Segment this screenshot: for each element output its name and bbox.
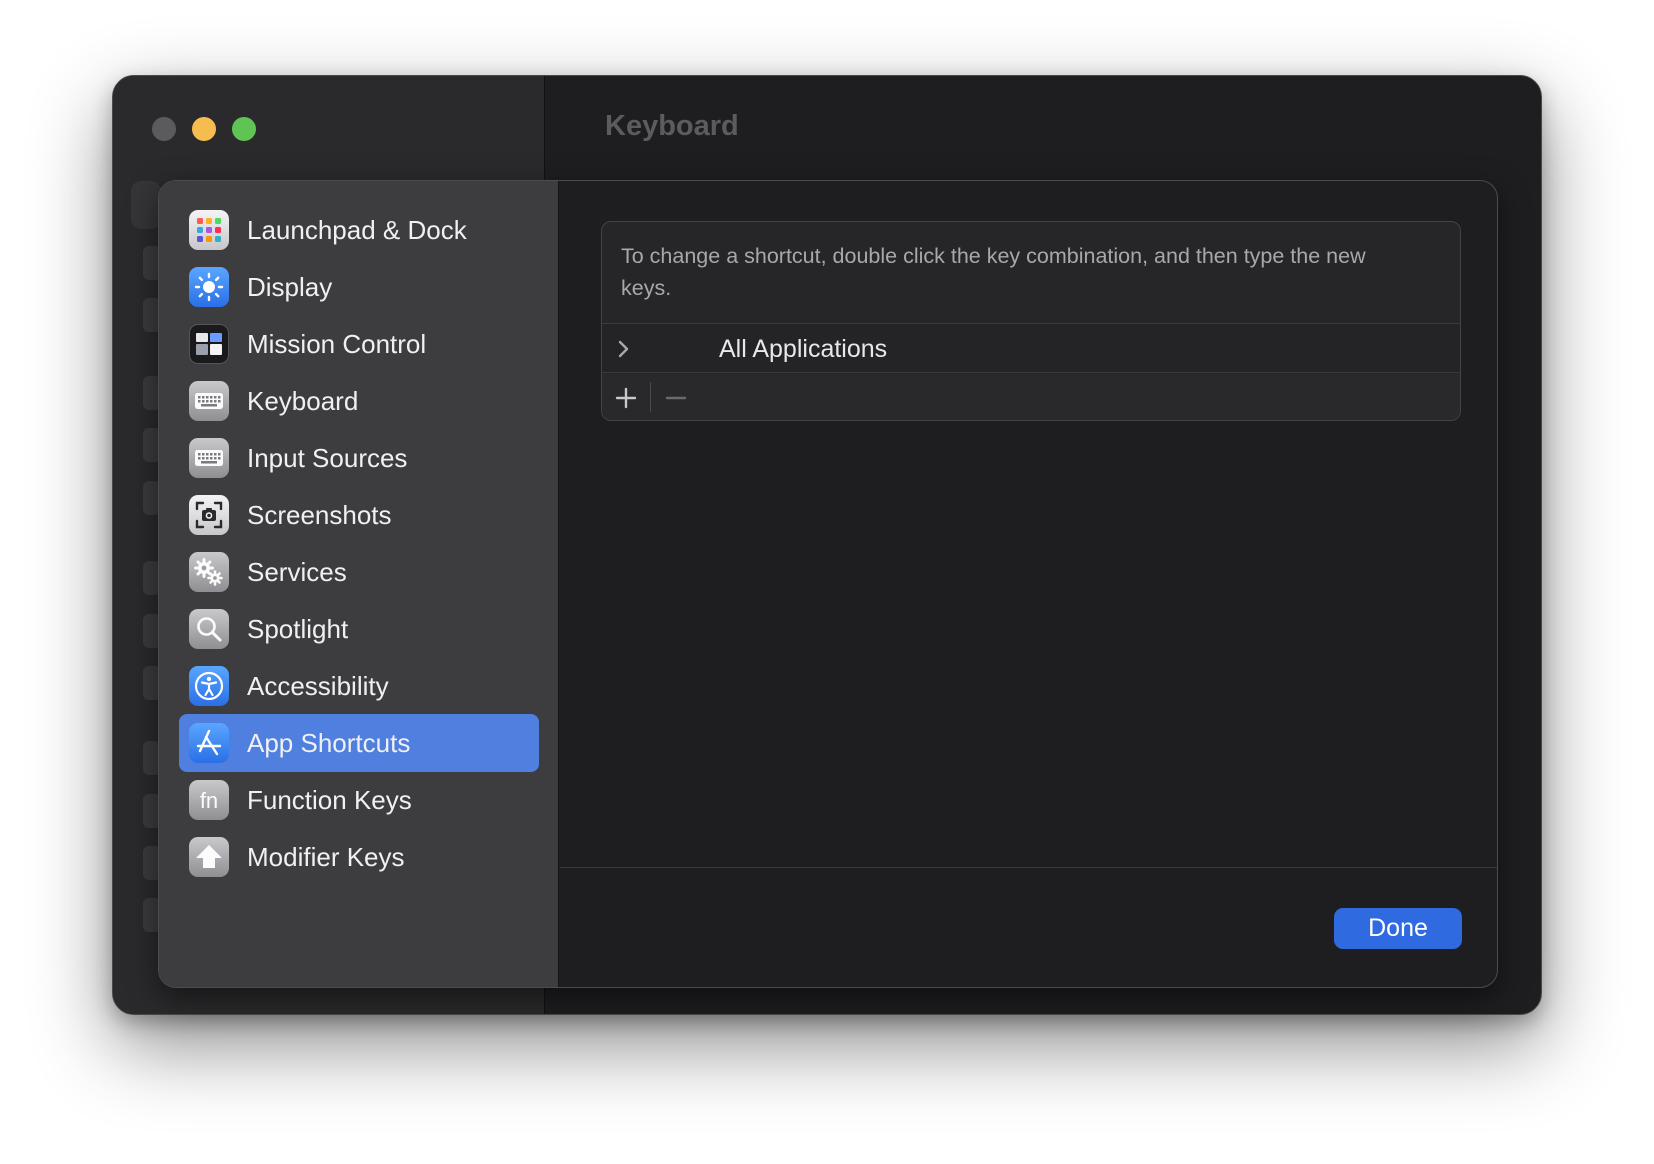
sidebar-item-label: Accessibility [247,671,389,701]
sidebar-item-services[interactable]: Services [179,543,539,601]
accessibility-icon [189,666,229,706]
instruction-text: To change a shortcut, double click the k… [621,244,1366,300]
launchpad-icon [189,210,229,250]
screenshot-camera-icon [189,495,229,535]
display-sun-icon [189,267,229,307]
sidebar-item-label: Display [247,272,333,302]
all-applications-label: All Applications [719,335,888,363]
toolbar-divider [650,382,651,412]
sidebar-item-app-shortcuts[interactable]: App Shortcuts [179,714,539,772]
footer-divider [560,867,1497,868]
sidebar-item-label: Screenshots [247,500,392,530]
input-sources-keyboard-icon [189,438,229,478]
sidebar-item-label: Input Sources [247,443,408,473]
sidebar-item-accessibility[interactable]: Accessibility [179,657,539,715]
mission-control-icon [189,324,229,364]
sidebar-item-label: App Shortcuts [247,728,411,758]
gears-icon [189,552,229,592]
window-close-button[interactable] [152,117,176,141]
app-shortcuts-sheet: Launchpad & Dock Display Mission Control… [158,180,1498,988]
fn-key-icon: fn [189,780,229,820]
sidebar-item-label: Spotlight [247,614,349,644]
list-toolbar [602,374,1460,420]
sidebar-item-function-keys[interactable]: fn Function Keys [179,771,539,829]
sidebar-item-keyboard[interactable]: Keyboard [179,372,539,430]
background-search-field [131,181,161,229]
plus-icon[interactable] [612,384,640,412]
shift-arrow-icon [189,837,229,877]
sidebar-item-label: Mission Control [247,329,427,359]
minus-icon[interactable] [662,384,690,412]
sidebar-item-screenshots[interactable]: Screenshots [179,486,539,544]
sidebar-item-label: Keyboard [247,386,359,416]
sidebar-item-label: Services [247,557,347,587]
shortcuts-sidebar: Launchpad & Dock Display Mission Control… [159,181,559,987]
all-applications-row[interactable]: All Applications [602,323,1460,373]
shortcuts-list-panel: To change a shortcut, double click the k… [601,221,1461,421]
sidebar-item-spotlight[interactable]: Spotlight [179,600,539,658]
sidebar-item-label: Modifier Keys [247,842,405,872]
sidebar-item-label: Function Keys [247,785,412,815]
keyboard-icon [189,381,229,421]
window-minimize-button[interactable] [192,117,216,141]
sidebar-item-modifier-keys[interactable]: Modifier Keys [179,828,539,886]
window-title: Keyboard [605,110,739,142]
app-store-icon [189,723,229,763]
magnifier-icon [189,609,229,649]
window-maximize-button[interactable] [232,117,256,141]
sidebar-item-mission-control[interactable]: Mission Control [179,315,539,373]
sidebar-item-display[interactable]: Display [179,258,539,316]
sidebar-item-launchpad-dock[interactable]: Launchpad & Dock [179,201,539,259]
sidebar-item-label: Launchpad & Dock [247,215,467,245]
chevron-right-icon[interactable] [613,337,635,361]
done-button[interactable]: Done [1334,908,1462,949]
svg-text:fn: fn [200,788,218,813]
sidebar-item-input-sources[interactable]: Input Sources [179,429,539,487]
